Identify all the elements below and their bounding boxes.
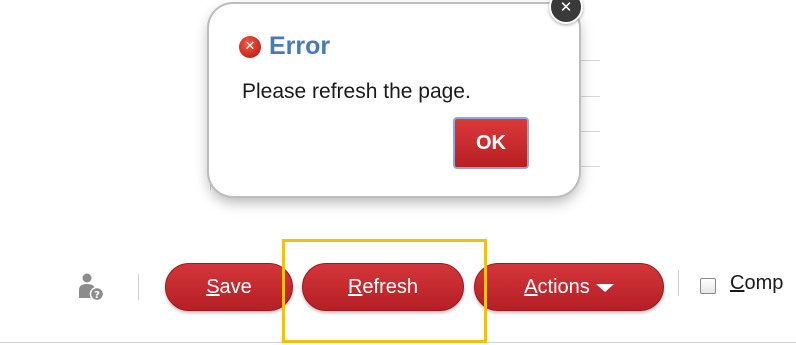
error-dialog: ✕ ✕ Error Please refresh the page. OK: [209, 0, 583, 196]
actions-mnemonic: A: [524, 276, 538, 298]
toolbar-separator: [138, 274, 139, 300]
chevron-down-icon: [595, 283, 614, 292]
user-help-icon[interactable]: ?: [78, 272, 104, 302]
page: ✕ ✕ Error Please refresh the page. OK ? …: [0, 0, 796, 345]
dialog-title-text: Error: [269, 32, 331, 60]
save-button[interactable]: Save: [165, 263, 293, 311]
comp-mnemonic: C: [730, 272, 745, 294]
actions-button[interactable]: Actions: [474, 263, 664, 311]
toolbar-separator: [678, 270, 679, 296]
error-icon: ✕: [239, 35, 261, 58]
highlight-box: [282, 239, 487, 343]
dialog-title: ✕ Error: [239, 32, 330, 61]
comp-label-rest: omp: [744, 272, 784, 294]
save-mnemonic: S: [206, 276, 220, 298]
comp-checkbox[interactable]: [700, 278, 716, 294]
save-label-rest: ave: [219, 276, 252, 298]
actions-label-rest: ctions: [537, 276, 590, 298]
close-icon[interactable]: ✕: [549, 0, 583, 24]
comp-checkbox-label[interactable]: Comp: [730, 272, 783, 295]
svg-text:?: ?: [94, 290, 100, 301]
dialog-message: Please refresh the page.: [242, 80, 471, 103]
ok-button[interactable]: OK: [453, 117, 529, 169]
